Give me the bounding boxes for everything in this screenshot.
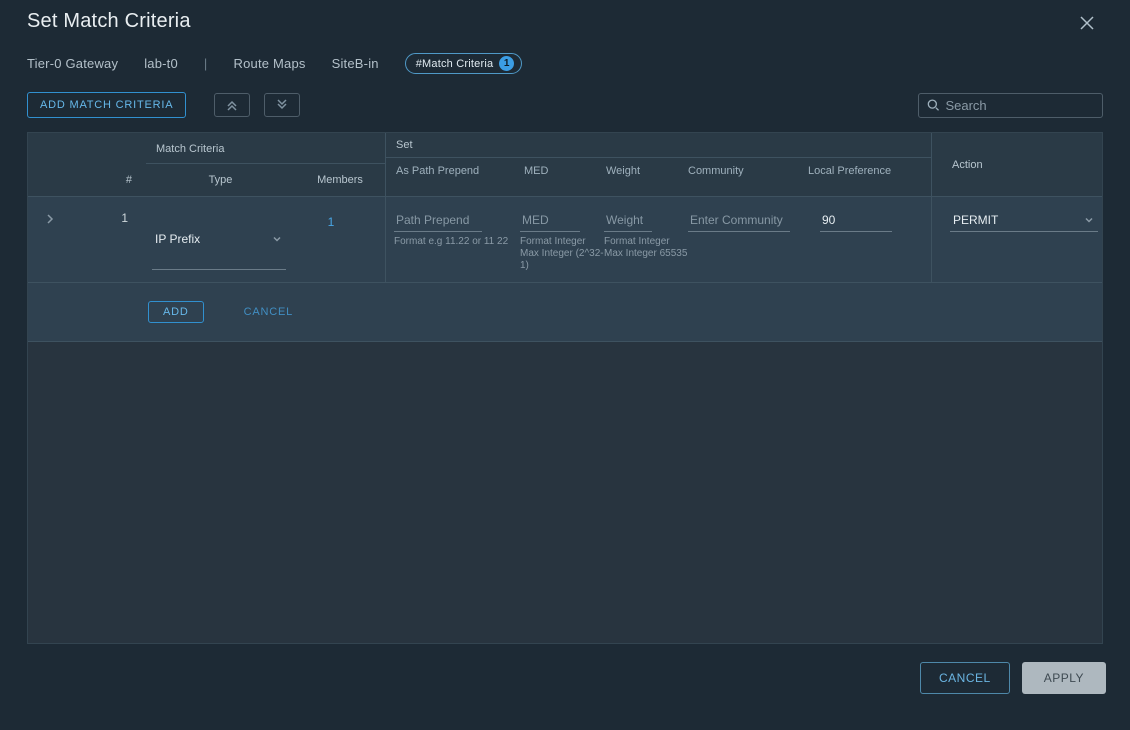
action-select-value: PERMIT bbox=[953, 213, 998, 227]
apply-button[interactable]: APPLY bbox=[1022, 662, 1106, 694]
med-hint: Format Integer Max Integer (2^32-1) bbox=[520, 232, 604, 272]
row-action-bar: ADD CANCEL bbox=[28, 283, 1102, 342]
col-weight: Weight bbox=[596, 158, 678, 186]
col-as-path-prepend: As Path Prepend bbox=[386, 158, 514, 186]
chevron-right-icon bbox=[44, 213, 56, 225]
modal-title: Set Match Criteria bbox=[27, 10, 191, 33]
cancel-button[interactable]: CANCEL bbox=[920, 662, 1010, 694]
close-icon bbox=[1078, 14, 1096, 32]
search-icon bbox=[927, 98, 939, 112]
type-select-value: IP Prefix bbox=[155, 232, 200, 246]
modal-footer: CANCEL APPLY bbox=[0, 644, 1130, 694]
search-input[interactable] bbox=[945, 98, 1094, 113]
move-up-button[interactable] bbox=[214, 93, 250, 117]
chevron-down-icon bbox=[1083, 214, 1095, 226]
close-button[interactable] bbox=[1074, 10, 1100, 39]
col-med: MED bbox=[514, 158, 596, 186]
col-type: Type bbox=[146, 164, 295, 196]
row-cancel-button[interactable]: CANCEL bbox=[244, 306, 293, 318]
table-empty-area bbox=[28, 342, 1102, 643]
as-path-prepend-hint: Format e.g 11.22 or 11 22 bbox=[394, 232, 520, 248]
move-down-button[interactable] bbox=[264, 93, 300, 117]
double-chevron-down-icon bbox=[275, 98, 289, 112]
weight-input[interactable] bbox=[604, 209, 652, 232]
search-box[interactable] bbox=[918, 93, 1103, 118]
as-path-prepend-input[interactable] bbox=[394, 209, 482, 232]
breadcrumb: Tier-0 Gateway lab-t0 | Route Maps SiteB… bbox=[0, 39, 1130, 86]
type-select[interactable]: IP Prefix bbox=[152, 209, 286, 270]
community-input[interactable] bbox=[688, 209, 790, 232]
members-link[interactable]: 1 bbox=[286, 209, 376, 270]
col-action: Action bbox=[932, 133, 1102, 196]
breadcrumb-item[interactable]: Route Maps bbox=[234, 56, 306, 71]
chip-label: #Match Criteria bbox=[416, 58, 494, 70]
col-index: # bbox=[72, 133, 146, 196]
breadcrumb-separator: | bbox=[204, 56, 208, 71]
local-preference-input[interactable] bbox=[820, 209, 892, 232]
match-criteria-chip[interactable]: #Match Criteria 1 bbox=[405, 53, 523, 74]
col-members: Members bbox=[295, 164, 385, 196]
breadcrumb-item[interactable]: lab-t0 bbox=[144, 56, 178, 71]
chevron-down-icon bbox=[271, 233, 283, 245]
expand-toggle[interactable] bbox=[28, 197, 72, 282]
col-local-preference: Local Preference bbox=[798, 158, 931, 186]
action-select[interactable]: PERMIT bbox=[950, 209, 1098, 232]
table-row: 1 IP Prefix 1 Format e.g 11.22 or 11 22 … bbox=[28, 197, 1102, 283]
row-add-button[interactable]: ADD bbox=[148, 301, 204, 323]
double-chevron-up-icon bbox=[225, 98, 239, 112]
col-match-criteria: Match Criteria bbox=[146, 133, 385, 164]
weight-hint: Format Integer Max Integer 65535 bbox=[604, 232, 688, 260]
col-community: Community bbox=[678, 158, 798, 186]
breadcrumb-item[interactable]: Tier-0 Gateway bbox=[27, 56, 118, 71]
row-index: 1 bbox=[72, 197, 146, 282]
criteria-table: # Match Criteria Type Members Set As Pat… bbox=[27, 132, 1103, 644]
col-set: Set bbox=[386, 133, 931, 158]
table-header: # Match Criteria Type Members Set As Pat… bbox=[28, 133, 1102, 197]
add-match-criteria-button[interactable]: ADD MATCH CRITERIA bbox=[27, 92, 186, 118]
chip-count-badge: 1 bbox=[499, 56, 514, 71]
breadcrumb-item[interactable]: SiteB-in bbox=[332, 56, 379, 71]
med-input[interactable] bbox=[520, 209, 580, 232]
